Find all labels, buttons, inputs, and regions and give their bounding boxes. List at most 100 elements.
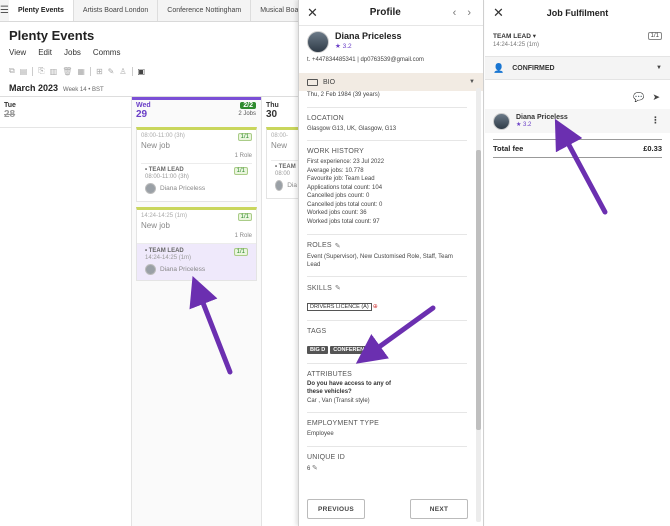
roles-section: ROLES ✎ Event (Supervisor), New Customis… bbox=[307, 235, 467, 278]
calendar-icon[interactable]: ▦ bbox=[77, 67, 85, 76]
menu-edit[interactable]: Edit bbox=[38, 48, 52, 57]
archive-icon[interactable]: ▥ bbox=[50, 67, 58, 76]
edit-icon[interactable]: ✎ bbox=[108, 67, 115, 76]
role-label[interactable]: TEAM LEAD ▾ bbox=[493, 32, 662, 40]
shift-item[interactable]: • TEAM LEAD 1/1 08:00-11:00 (3h) Diana P… bbox=[141, 163, 252, 197]
close-icon[interactable]: ✕ bbox=[493, 5, 504, 21]
menu-jobs[interactable]: Jobs bbox=[64, 48, 81, 57]
calendar-grid: Tue 28 Wed 29 2/2 2 Jobs 08:00-11:00 (3h… bbox=[0, 97, 306, 526]
job-roles: 1 Role bbox=[234, 153, 252, 159]
fulfilment-actions: 💬 ➤ bbox=[485, 80, 670, 103]
toolbar-divider bbox=[89, 66, 91, 76]
date-of-birth: Thu, 2 Feb 1984 (39 years) bbox=[307, 92, 467, 108]
employment-value: Employee bbox=[307, 431, 334, 438]
shift-person[interactable]: Diana Priceless bbox=[145, 180, 248, 194]
scrollbar-thumb[interactable] bbox=[476, 150, 481, 430]
tag-chip: CONFERENCE bbox=[330, 346, 375, 355]
job-card[interactable]: 08:00-11:00 (3h) New job 1/1 1 Role • TE… bbox=[136, 127, 257, 202]
panel-title: Job Fulfilment bbox=[546, 8, 609, 18]
menubar: View Edit Jobs Comms bbox=[0, 43, 300, 57]
tag-chip: BIG D bbox=[307, 346, 329, 355]
toolbar: ⧉ ▤ ⎘ ▥ 🗑 ▦ ⊞ ✎ ♙ ▣ bbox=[0, 57, 300, 76]
section-heading: ROLES ✎ bbox=[307, 242, 467, 253]
shift-role: • TEAM bbox=[275, 164, 296, 170]
day-number[interactable]: 29 bbox=[136, 109, 147, 120]
certificate-icon: ⊕ bbox=[372, 304, 378, 311]
chat-icon[interactable]: 💬 bbox=[633, 92, 644, 103]
toolbar-divider bbox=[32, 66, 34, 76]
tab-plenty-events[interactable]: Plenty Events bbox=[8, 0, 74, 21]
work-history-section: WORK HISTORY First experience: 23 Jul 20… bbox=[307, 141, 467, 235]
assigned-person-row[interactable]: Diana Priceless ★ 3.2 ⋮ bbox=[485, 109, 670, 133]
menu-comms[interactable]: Comms bbox=[93, 48, 121, 57]
profile-details: Thu, 2 Feb 1984 (39 years) LOCATION Glas… bbox=[299, 90, 475, 526]
duplicate-icon[interactable]: ⎘ bbox=[38, 66, 44, 76]
next-button[interactable]: NEXT bbox=[410, 499, 468, 519]
day-number[interactable]: 30 bbox=[266, 109, 277, 120]
person-name: Dia bbox=[287, 182, 297, 189]
shift-item-selected[interactable]: • TEAM LEAD 1/1 14:24-14:25 (1m) Diana P… bbox=[137, 243, 256, 280]
more-options-icon[interactable]: ⋮ bbox=[651, 115, 660, 126]
close-icon[interactable]: ✕ bbox=[307, 5, 318, 21]
bio-label: BIO bbox=[323, 78, 336, 86]
assign-icon[interactable]: ♙ bbox=[119, 67, 126, 76]
shift-person[interactable]: Dia bbox=[275, 177, 297, 191]
location-value: Glasgow G13, UK, Glasgow, G13 bbox=[307, 126, 397, 132]
send-icon[interactable]: ➤ bbox=[652, 92, 660, 103]
selected-day-indicator bbox=[132, 97, 261, 100]
scheduler-app: ☰ Plenty Events Artists Board London Con… bbox=[0, 0, 315, 526]
profile-person: Diana Priceless ★ 3.2 t. +447834485341 |… bbox=[299, 26, 483, 69]
location-section: LOCATION Glasgow G13, UK, Glasgow, G13 bbox=[307, 108, 467, 142]
copy-icon[interactable]: ⧉ bbox=[9, 66, 15, 76]
pencil-icon[interactable]: ✎ bbox=[335, 242, 341, 250]
shift-item[interactable]: • TEAM 08:00 Dia bbox=[271, 160, 301, 194]
profile-footer: PREVIOUS NEXT bbox=[307, 499, 468, 519]
shift-fill-badge: 1/1 bbox=[233, 248, 248, 256]
person-name[interactable]: Diana Priceless bbox=[516, 114, 568, 121]
work-history-line: First experience: 23 Jul 2022 bbox=[307, 159, 385, 166]
tab-artists-board-london[interactable]: Artists Board London bbox=[74, 0, 159, 21]
delete-icon[interactable]: 🗑 bbox=[62, 67, 72, 76]
section-heading: TAGS bbox=[307, 328, 327, 336]
work-history-line: Average jobs: 10.778 bbox=[307, 167, 364, 174]
shift-fill-badge: 1/1 bbox=[233, 167, 248, 175]
total-fee-row: Total fee £0.33 bbox=[493, 139, 662, 153]
section-heading: EMPLOYMENT TYPE bbox=[307, 420, 379, 428]
role-selector[interactable]: TEAM LEAD ▾ 14:24-14:25 (1m) 1/1 bbox=[485, 26, 670, 48]
roles-label: ROLES bbox=[307, 242, 332, 250]
tab-conference-nottingham[interactable]: Conference Nottingham bbox=[158, 0, 252, 21]
job-roles: 1 Role bbox=[234, 233, 252, 239]
work-history-line: Worked jobs total count: 97 bbox=[307, 219, 380, 225]
add-icon[interactable]: ⊞ bbox=[96, 67, 103, 76]
rating: ★ 3.2 bbox=[516, 122, 532, 128]
fulfilment-header: ✕ Job Fulfilment bbox=[485, 0, 670, 26]
jobs-count: 2 Jobs bbox=[238, 111, 256, 117]
pencil-icon[interactable]: ✎ bbox=[335, 284, 341, 292]
bio-section-toggle[interactable]: BIO ▼ bbox=[299, 73, 483, 91]
hamburger-menu-icon[interactable]: ☰ bbox=[0, 0, 9, 21]
person-name: Diana Priceless bbox=[160, 185, 206, 192]
day-column-wed: Wed 29 2/2 2 Jobs 08:00-11:00 (3h) New j… bbox=[131, 97, 262, 526]
avatar bbox=[145, 264, 156, 275]
prev-next-nav-icon[interactable]: ‹ › bbox=[453, 7, 475, 19]
menu-view[interactable]: View bbox=[9, 48, 26, 57]
pencil-icon[interactable]: ✎ bbox=[312, 465, 318, 472]
shift-person[interactable]: Diana Priceless bbox=[145, 261, 248, 275]
shift-time: 14:24-14:25 (1m) bbox=[145, 255, 192, 261]
day-number[interactable]: 28 bbox=[4, 109, 15, 120]
profile-panel: ✕ Profile ‹ › Diana Priceless ★ 3.2 t. +… bbox=[298, 0, 484, 526]
paste-icon[interactable]: ▤ bbox=[20, 67, 28, 76]
status-dropdown[interactable]: 👤 CONFIRMED ▼ bbox=[485, 56, 670, 80]
contact-info: t. +447834485341 | dp0763539@gmail.com bbox=[307, 57, 424, 63]
panel-title: Profile bbox=[369, 7, 401, 18]
person-name: Diana Priceless bbox=[160, 266, 206, 273]
rating: ★ 3.2 bbox=[335, 43, 352, 50]
job-card[interactable]: 14:24-14:25 (1m) New job 1/1 1 Role • TE… bbox=[136, 207, 257, 281]
unique-id-row: 6 ✎ bbox=[307, 464, 467, 474]
shift-time: 08:00-11:00 (3h) bbox=[145, 174, 189, 180]
day-body[interactable] bbox=[0, 127, 131, 526]
today-icon[interactable]: ▣ bbox=[138, 67, 146, 76]
previous-button[interactable]: PREVIOUS bbox=[307, 499, 365, 519]
job-fill-badge: 1/1 bbox=[237, 133, 252, 141]
attributes-section: ATTRIBUTES Do you have access to any of … bbox=[307, 364, 467, 414]
